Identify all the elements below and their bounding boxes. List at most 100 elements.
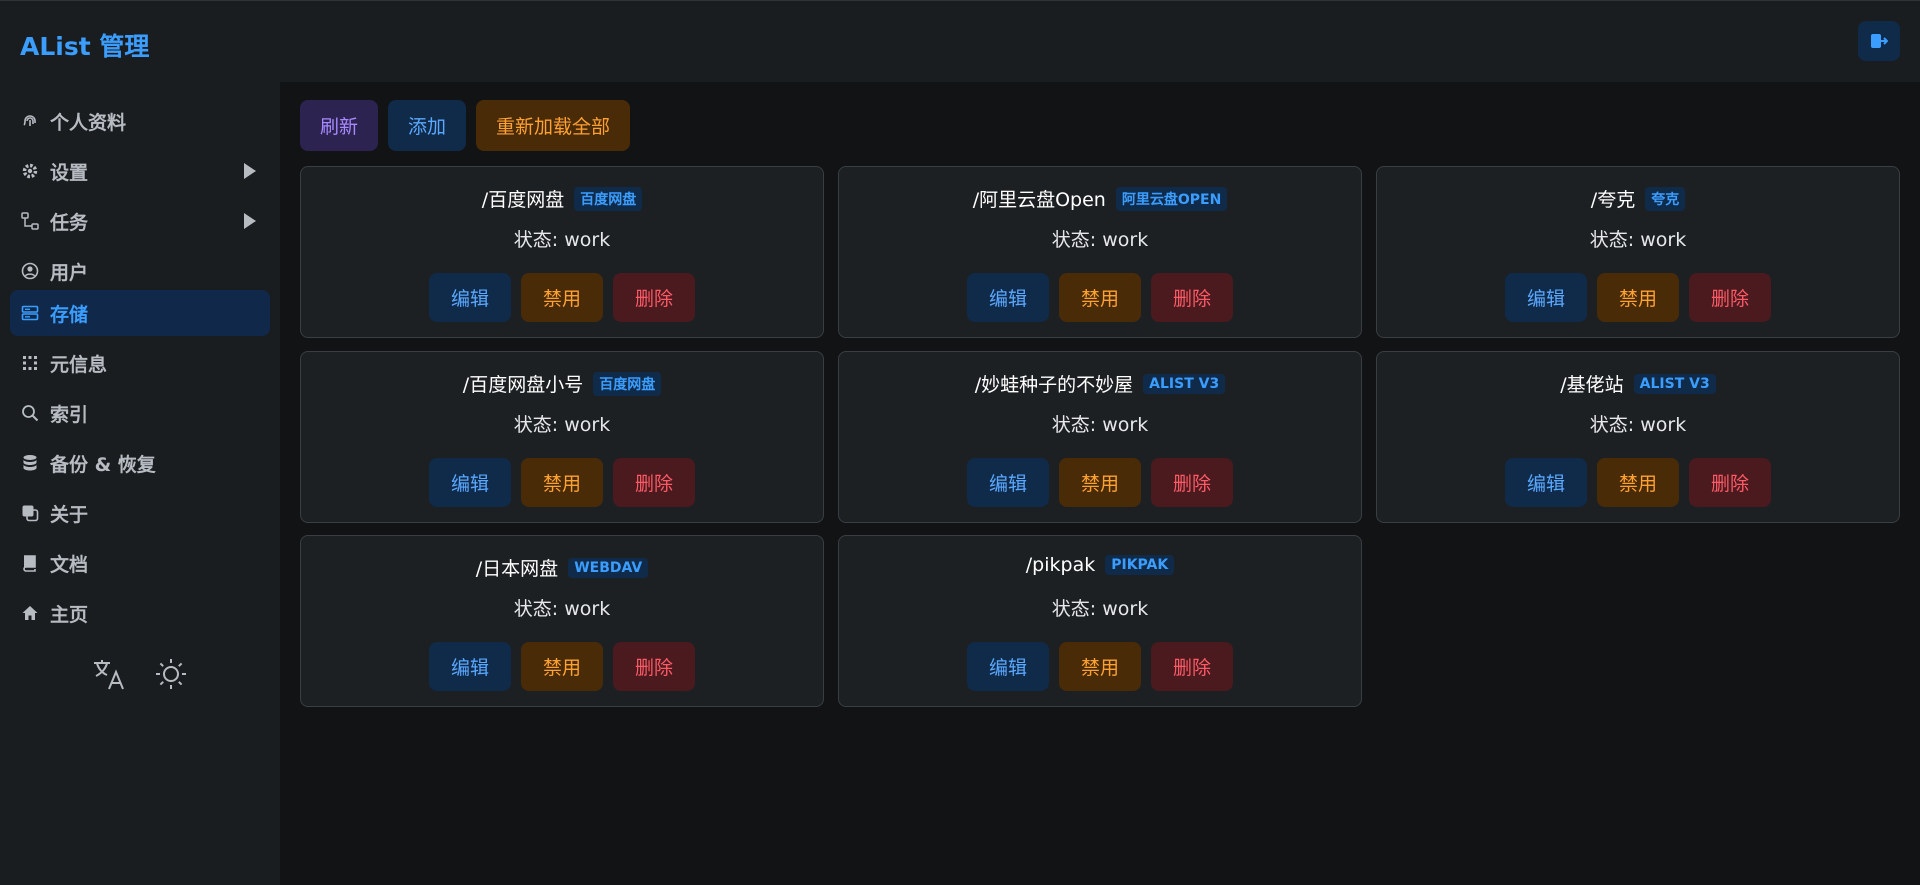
sidebar-item-backup[interactable]: 备份 & 恢复 [10, 440, 270, 486]
database-icon [20, 453, 40, 473]
sidebar-item-label: 元信息 [50, 353, 108, 376]
delete-button[interactable]: 删除 [1151, 273, 1233, 322]
storage-icon [20, 303, 40, 323]
sidebar-item-about[interactable]: 关于 [10, 490, 270, 536]
driver-badge: 百度网盘 [574, 186, 643, 211]
sidebar-tools [0, 654, 280, 694]
home-icon [20, 603, 40, 623]
logout-icon [1871, 34, 1888, 48]
disable-button[interactable]: 禁用 [1059, 642, 1141, 691]
storage-mount-path: /pikpak [1025, 554, 1096, 576]
edit-button[interactable]: 编辑 [1505, 458, 1587, 507]
sidebar-item-label: 用户 [50, 261, 89, 284]
status-label: 状态: [513, 414, 559, 436]
storage-status: 状态: work [839, 410, 1361, 437]
sidebar-item-home[interactable]: 主页 [10, 590, 270, 636]
sidebar-item-label: 任务 [50, 211, 89, 234]
sidebar: 个人资料 设置 任务 用户 存储 元信息 索引 备份 & 恢复 关于 文档 主页 [0, 82, 280, 885]
driver-badge: ALIST V3 [1633, 373, 1716, 394]
status-value: work [1102, 598, 1149, 620]
storage-mount-path: /百度网盘小号 [462, 374, 584, 396]
edit-button[interactable]: 编辑 [429, 458, 511, 507]
language-button[interactable] [89, 654, 129, 694]
status-value: work [1640, 414, 1687, 436]
edit-button[interactable]: 编辑 [967, 273, 1049, 322]
status-value: work [1102, 414, 1149, 436]
storage-card: /百度网盘 百度网盘 状态: work 编辑 禁用 删除 [300, 166, 824, 338]
translate-icon [94, 660, 124, 690]
disable-button[interactable]: 禁用 [1059, 458, 1141, 507]
disable-button[interactable]: 禁用 [1597, 273, 1679, 322]
reload-all-button[interactable]: 重新加载全部 [476, 100, 631, 151]
app-title: AList 管理 [20, 32, 150, 61]
search-icon [20, 403, 40, 423]
refresh-button[interactable]: 刷新 [300, 100, 379, 151]
disable-button[interactable]: 禁用 [521, 273, 603, 322]
sidebar-item-settings[interactable]: 设置 [10, 148, 270, 194]
driver-badge: PIKPAK [1105, 555, 1175, 575]
sidebar-item-label: 文档 [50, 553, 89, 576]
status-label: 状态: [513, 598, 559, 620]
add-button[interactable]: 添加 [388, 100, 467, 151]
user-circle-icon [20, 261, 40, 281]
sidebar-item-profile[interactable]: 个人资料 [10, 98, 270, 144]
storage-mount-path: /妙蛙种子的不妙屋 [974, 374, 1134, 396]
status-label: 状态: [1051, 229, 1097, 251]
status-value: work [1640, 229, 1687, 251]
status-value: work [564, 414, 611, 436]
delete-button[interactable]: 删除 [613, 273, 695, 322]
edit-button[interactable]: 编辑 [1505, 273, 1587, 322]
sidebar-item-index[interactable]: 索引 [10, 390, 270, 436]
delete-button[interactable]: 删除 [1151, 642, 1233, 691]
logout-button[interactable] [1858, 21, 1900, 61]
sidebar-item-docs[interactable]: 文档 [10, 540, 270, 586]
storage-status: 状态: work [301, 410, 823, 437]
storage-status: 状态: work [839, 225, 1361, 252]
driver-badge: 夸克 [1645, 186, 1686, 211]
storage-status: 状态: work [301, 225, 823, 252]
disable-button[interactable]: 禁用 [1597, 458, 1679, 507]
sidebar-item-storage[interactable]: 存储 [10, 290, 270, 336]
edit-button[interactable]: 编辑 [429, 273, 511, 322]
storage-mount-path: /基佬站 [1560, 374, 1624, 396]
storage-mount-path: /百度网盘 [481, 189, 565, 211]
delete-button[interactable]: 删除 [1151, 458, 1233, 507]
theme-toggle-button[interactable] [151, 654, 191, 694]
status-label: 状态: [1051, 414, 1097, 436]
delete-button[interactable]: 删除 [613, 642, 695, 691]
sidebar-item-label: 个人资料 [50, 111, 127, 134]
disable-button[interactable]: 禁用 [521, 642, 603, 691]
status-value: work [1102, 229, 1149, 251]
storage-status: 状态: work [839, 594, 1361, 621]
delete-button[interactable]: 删除 [1689, 273, 1771, 322]
disable-button[interactable]: 禁用 [521, 458, 603, 507]
driver-badge: 百度网盘 [593, 371, 662, 396]
sidebar-item-meta[interactable]: 元信息 [10, 340, 270, 386]
storage-card: /夸克 夸克 状态: work 编辑 禁用 删除 [1376, 166, 1900, 338]
sidebar-item-label: 设置 [50, 161, 89, 184]
edit-button[interactable]: 编辑 [967, 458, 1049, 507]
driver-badge: 阿里云盘OPEN [1115, 186, 1228, 211]
status-value: work [564, 229, 611, 251]
fingerprint-icon [20, 111, 40, 131]
status-label: 状态: [513, 229, 559, 251]
disable-button[interactable]: 禁用 [1059, 273, 1141, 322]
top-header: AList 管理 [0, 0, 1920, 82]
edit-button[interactable]: 编辑 [429, 642, 511, 691]
delete-button[interactable]: 删除 [613, 458, 695, 507]
sidebar-item-users[interactable]: 用户 [10, 248, 270, 294]
sidebar-item-tasks[interactable]: 任务 [10, 198, 270, 244]
edit-button[interactable]: 编辑 [967, 642, 1049, 691]
expand-arrow-icon[interactable] [244, 163, 256, 179]
driver-badge: ALIST V3 [1143, 373, 1226, 394]
delete-button[interactable]: 删除 [1689, 458, 1771, 507]
storage-status: 状态: work [1377, 410, 1899, 437]
storage-status: 状态: work [1377, 225, 1899, 252]
storage-card: /阿里云盘Open 阿里云盘OPEN 状态: work 编辑 禁用 删除 [838, 166, 1362, 338]
storage-status: 状态: work [301, 594, 823, 621]
meta-grid-icon [20, 353, 40, 373]
expand-arrow-icon[interactable] [244, 213, 256, 229]
status-label: 状态: [1589, 229, 1635, 251]
storage-card: /百度网盘小号 百度网盘 状态: work 编辑 禁用 删除 [300, 351, 824, 523]
sidebar-item-label: 主页 [50, 603, 89, 626]
